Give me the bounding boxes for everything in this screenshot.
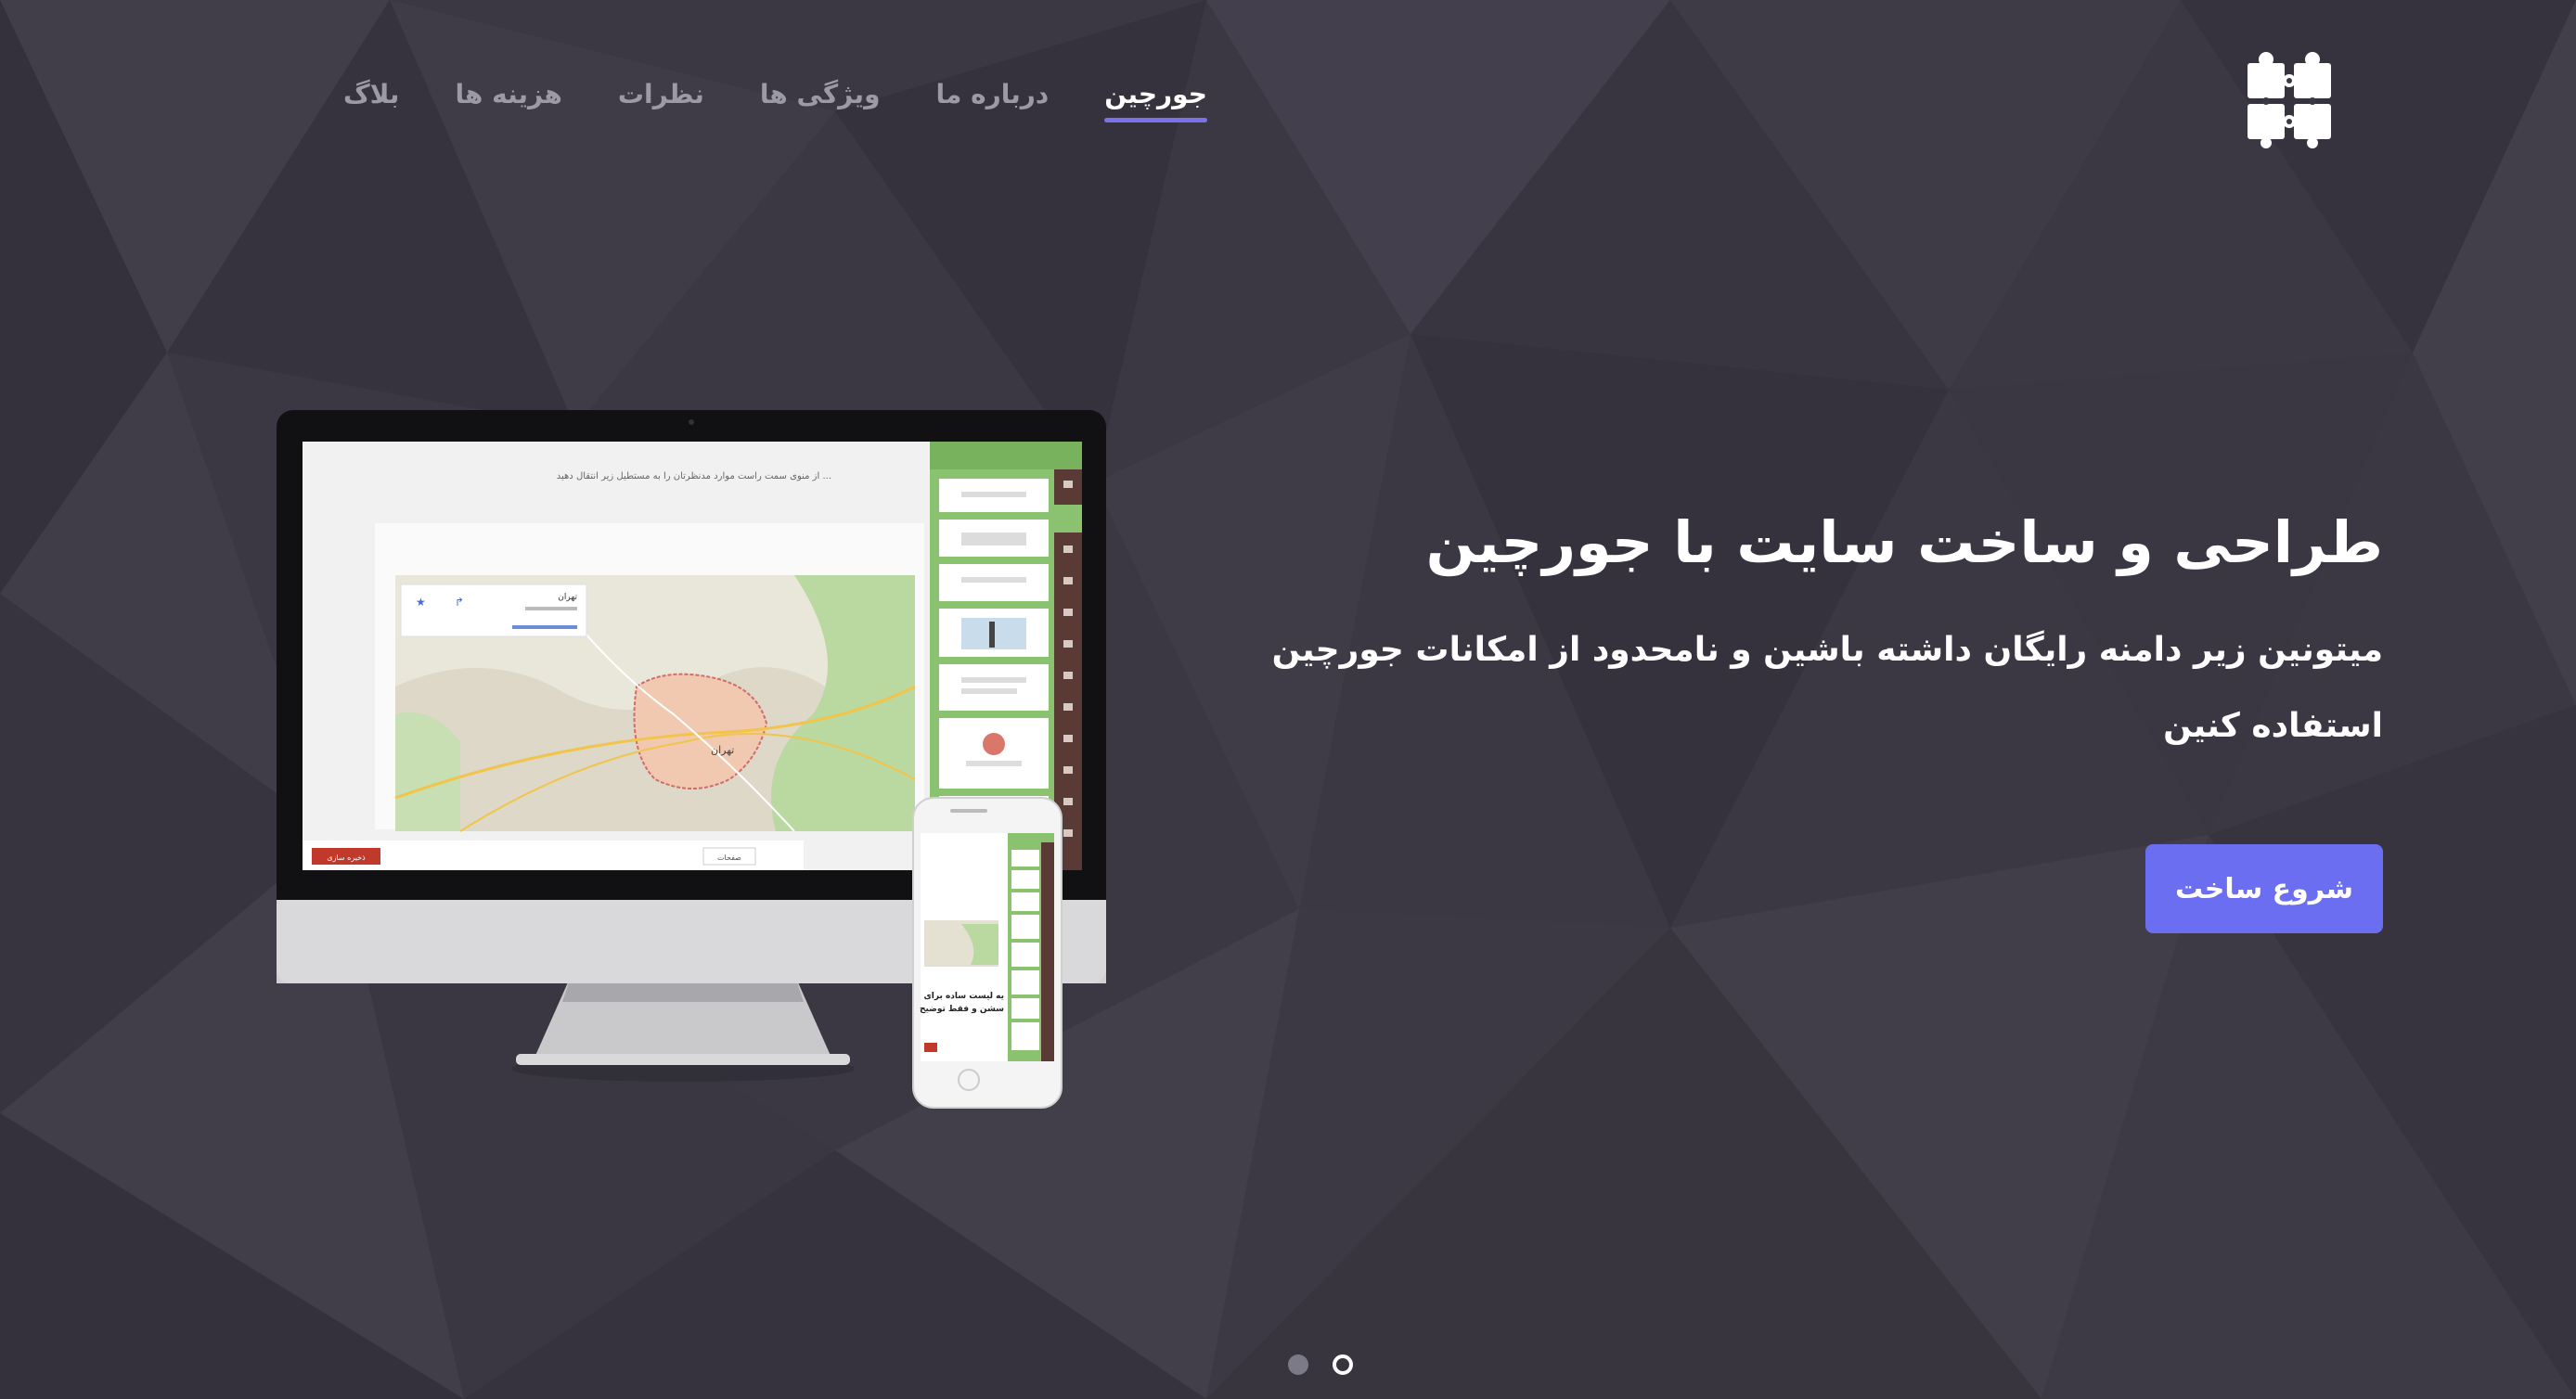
nav-link-features[interactable]: ویژگی ها bbox=[732, 72, 908, 124]
mockup-phone-text-1: یه لیست ساده برای bbox=[924, 992, 1004, 1001]
devices-mockup-image: از منوی سمت راست موارد مدنظرتان را به مس… bbox=[277, 410, 1106, 1109]
carousel-indicators bbox=[1288, 1354, 1353, 1375]
svg-text:★: ★ bbox=[416, 596, 426, 609]
nav-link-blog[interactable]: بلاگ bbox=[316, 72, 427, 124]
mockup-pages-label: صفحات bbox=[717, 854, 741, 862]
svg-text:↱: ↱ bbox=[455, 596, 464, 609]
hero-title: طراحی و ساخت سایت با جورچین bbox=[1425, 508, 2383, 576]
mockup-phone-text-2: سشن و فقط توضیح bbox=[920, 1005, 1004, 1014]
top-navbar: جورچین درباره ما ویژگی ها نظرات هزینه ها… bbox=[0, 0, 2576, 186]
nav-link-pricing[interactable]: هزینه ها bbox=[427, 72, 589, 124]
mockup-editor-hint: از منوی سمت راست موارد مدنظرتان را به مس… bbox=[557, 471, 831, 481]
nav-link-reviews[interactable]: نظرات bbox=[590, 72, 732, 124]
mockup-card-city: تهران bbox=[558, 593, 577, 602]
hero-subtitle: میتونین زیر دامنه رایگان داشته باشین و ن… bbox=[1271, 631, 2383, 745]
start-building-button[interactable]: شروع ساخت bbox=[2145, 844, 2383, 933]
nav-link-jorchin[interactable]: جورچین bbox=[1076, 72, 1235, 124]
mockup-save-label: ذخیره سازی bbox=[327, 854, 366, 862]
carousel-dot-2[interactable] bbox=[1333, 1354, 1353, 1375]
mockup-map-city: تهران bbox=[711, 744, 734, 756]
carousel-dot-1[interactable] bbox=[1288, 1354, 1308, 1375]
main-menu: جورچین درباره ما ویژگی ها نظرات هزینه ها… bbox=[316, 72, 1235, 128]
nav-link-about[interactable]: درباره ما bbox=[908, 72, 1076, 124]
puzzle-logo-icon[interactable] bbox=[2244, 52, 2337, 148]
hero-section: طراحی و ساخت سایت با جورچین میتونین زیر … bbox=[1149, 482, 2383, 764]
